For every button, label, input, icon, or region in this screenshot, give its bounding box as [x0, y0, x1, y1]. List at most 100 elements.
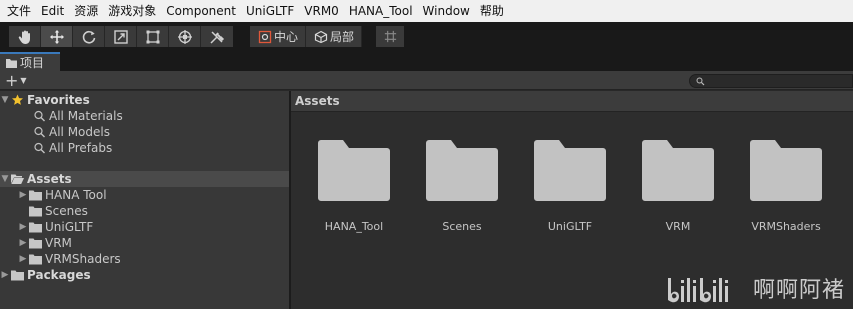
tree-favorite-label: All Prefabs [49, 141, 113, 155]
search-icon [32, 110, 46, 122]
asset-folder-hana-tool[interactable]: HANA_Tool [309, 139, 399, 239]
tab-project[interactable]: 项目 [0, 52, 60, 71]
menu-window[interactable]: Window [418, 0, 475, 22]
tree-folder-unigltf[interactable]: ▶ UniGLTF [0, 219, 289, 235]
tree-assets[interactable]: ▼ Assets [0, 171, 289, 187]
rotate-tool-button[interactable] [73, 26, 105, 47]
main-toolbar: 中心 局部 [0, 22, 853, 51]
rect-tool-button[interactable] [137, 26, 169, 47]
tree-folder-label: VRM [45, 236, 72, 250]
menu-component[interactable]: Component [161, 0, 241, 22]
expand-arrow-icon[interactable]: ▶ [18, 222, 28, 232]
move-icon [49, 29, 64, 44]
asset-label: VRM [665, 220, 691, 233]
expand-arrow-icon[interactable]: ▶ [18, 190, 28, 200]
assets-breadcrumb[interactable]: Assets [291, 91, 853, 112]
expand-arrow-icon[interactable]: ▼ [0, 174, 10, 184]
tree-favorite-all-prefabs[interactable]: All Prefabs [0, 140, 289, 156]
asset-folder-vrm[interactable]: VRM [633, 139, 723, 239]
pivot-local-label: 局部 [330, 30, 355, 44]
tree-favorite-all-materials[interactable]: All Materials [0, 108, 289, 124]
menu-unigltf[interactable]: UniGLTF [241, 0, 299, 22]
menu-file[interactable]: 文件 [2, 0, 36, 22]
pivot-controls: 中心 局部 [250, 26, 363, 47]
asset-folder-vrmshaders[interactable]: VRMShaders [741, 139, 831, 239]
tree-favorite-all-models[interactable]: All Models [0, 124, 289, 140]
tab-strip: 项目 [0, 51, 853, 71]
tree-folder-vrm[interactable]: ▶ VRM [0, 235, 289, 251]
tree-folder-hana-tool[interactable]: ▶ HANA Tool [0, 187, 289, 203]
bilibili-logo [668, 278, 728, 303]
plus-icon: + [5, 71, 19, 90]
custom-tools-button[interactable] [201, 26, 233, 47]
tree-folder-scenes[interactable]: Scenes [0, 203, 289, 219]
pivot-center-label: 中心 [274, 30, 299, 44]
expand-arrow-icon[interactable]: ▶ [18, 238, 28, 248]
tree-favorites-label: Favorites [27, 93, 90, 107]
expand-arrow-icon[interactable]: ▼ [0, 95, 10, 105]
local-space-icon [314, 30, 328, 43]
folder-icon [426, 140, 498, 201]
search-icon [32, 142, 46, 154]
tree-favorites[interactable]: ▼ Favorites [0, 92, 289, 108]
asset-label: HANA_Tool [324, 220, 384, 233]
grid-icon [384, 30, 396, 43]
tree-folder-label: Scenes [45, 204, 88, 218]
pivot-center-icon [258, 30, 272, 43]
folder-icon [750, 140, 822, 201]
asset-label: Scenes [442, 220, 482, 233]
tree-assets-label: Assets [27, 172, 72, 186]
folder-icon [10, 269, 24, 281]
grid-snap-button[interactable] [376, 26, 405, 47]
rect-tool-icon [146, 30, 159, 43]
asset-folder-unigltf[interactable]: UniGLTF [525, 139, 615, 239]
pivot-local-button[interactable]: 局部 [306, 26, 363, 47]
asset-label: VRMShaders [751, 220, 821, 233]
asset-label: UniGLTF [547, 220, 593, 233]
folder-icon [28, 253, 42, 265]
folder-icon [28, 237, 42, 249]
open-folder-icon [10, 173, 24, 185]
menu-assets[interactable]: 资源 [69, 0, 103, 22]
menu-vrm0[interactable]: VRM0 [299, 0, 344, 22]
watermark-text: 啊啊阿褚 [753, 278, 846, 303]
transform-tool-button[interactable] [169, 26, 201, 47]
transform-tool-icon [177, 29, 192, 44]
move-tool-button[interactable] [41, 26, 73, 47]
menu-help[interactable]: 帮助 [475, 0, 509, 22]
pivot-center-button[interactable]: 中心 [250, 26, 307, 47]
tree-packages[interactable]: ▶ Packages [0, 267, 289, 283]
menu-hana-tool[interactable]: HANA_Tool [344, 0, 418, 22]
create-button[interactable]: + ▼ [5, 71, 27, 90]
tree-folder-label: VRMShaders [45, 252, 121, 266]
menu-edit[interactable]: Edit [36, 0, 69, 22]
tree-packages-label: Packages [27, 268, 91, 282]
tree-favorite-label: All Models [49, 125, 110, 139]
expand-arrow-icon[interactable]: ▶ [0, 270, 10, 280]
project-toolbar: + ▼ [0, 71, 853, 90]
folder-icon [534, 140, 606, 201]
asset-folder-scenes[interactable]: Scenes [417, 139, 507, 239]
folder-icon [642, 140, 714, 201]
chevron-down-icon: ▼ [20, 76, 27, 85]
tree-folder-label: HANA Tool [45, 188, 107, 202]
scale-icon [113, 29, 128, 44]
transform-tools [9, 26, 233, 47]
scale-tool-button[interactable] [105, 26, 137, 47]
menu-gameobject[interactable]: 游戏对象 [103, 0, 161, 22]
tree-folder-label: UniGLTF [45, 220, 94, 234]
tab-project-label: 项目 [20, 56, 45, 70]
search-input[interactable] [689, 74, 853, 88]
project-tree: ▼ Favorites All Materials All Models All… [0, 91, 289, 309]
star-icon [10, 94, 24, 106]
expand-arrow-icon[interactable]: ▶ [18, 254, 28, 264]
tree-folder-vrmshaders[interactable]: ▶ VRMShaders [0, 251, 289, 267]
hand-tool-button[interactable] [9, 26, 41, 47]
menu-bar: 文件 Edit 资源 游戏对象 Component UniGLTF VRM0 H… [0, 0, 853, 22]
folder-icon [28, 205, 42, 217]
folder-icon [318, 140, 390, 201]
custom-tools-icon [210, 30, 225, 44]
search-icon [696, 77, 705, 86]
folder-icon [28, 189, 42, 201]
tree-favorite-label: All Materials [49, 109, 123, 123]
